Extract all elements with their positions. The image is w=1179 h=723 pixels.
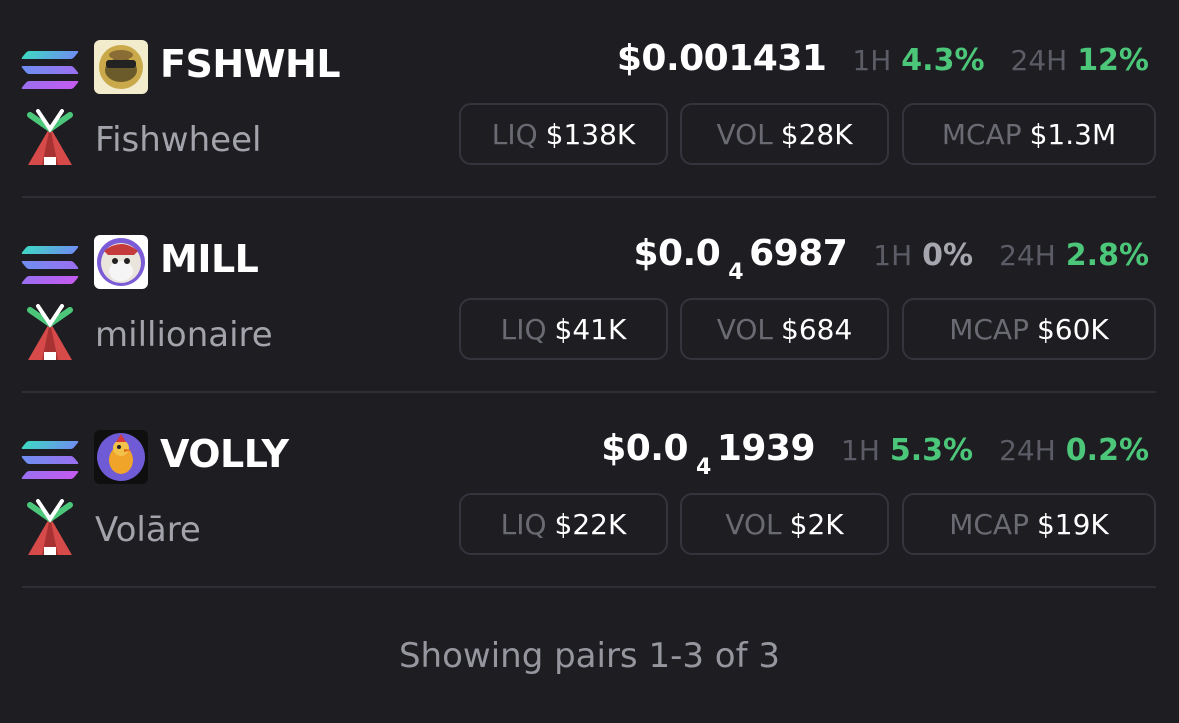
- token-price: $0.0 4 1939: [601, 428, 816, 480]
- token-symbol: FSHWHL: [160, 42, 341, 86]
- market-cap-label: MCAP: [949, 312, 1029, 346]
- change-1h-value: 5.3%: [889, 433, 974, 468]
- liquidity-value: $41K: [554, 312, 627, 346]
- market-cap-label: MCAP: [949, 507, 1029, 541]
- liquidity-label: LIQ: [500, 507, 547, 541]
- token-symbol: VOLLY: [160, 432, 289, 476]
- token-name: millionaire: [95, 315, 273, 355]
- pair-row[interactable]: MILL millionaire $0.0 4 6987 1H 0% 24H 2.8…: [0, 195, 1179, 390]
- liquidity-value: $138K: [545, 117, 636, 151]
- change-1h-value: 0%: [922, 238, 974, 273]
- row-divider: [22, 586, 1156, 588]
- volume-value: $2K: [789, 507, 844, 541]
- change-24h-value: 2.8%: [1065, 238, 1149, 273]
- solana-icon: [20, 51, 80, 89]
- pagination-status: Showing pairs 1-3 of 3: [398, 636, 781, 676]
- token-price: $0.001431: [616, 38, 827, 79]
- volume-badge: VOL $2K: [680, 493, 889, 555]
- market-cap-value: $1.3M: [1029, 117, 1117, 151]
- change-24h-label: 24H: [999, 434, 1056, 467]
- change-24h-value: 12%: [1077, 43, 1149, 78]
- volume-label: VOL: [725, 507, 782, 541]
- token-name: Volāre: [95, 510, 201, 550]
- price-line: $0.001431 1H 4.3% 24H 12%: [617, 38, 1149, 90]
- dex-tent-icon: [24, 109, 76, 167]
- liquidity-label: LIQ: [500, 312, 547, 346]
- volume-value: $684: [781, 312, 853, 346]
- market-cap-badge: MCAP $60K: [902, 298, 1156, 360]
- volly-avatar-icon: [94, 430, 148, 484]
- change-1h-label: 1H: [841, 434, 880, 467]
- volume-badge: VOL $684: [680, 298, 889, 360]
- market-cap-value: $60K: [1036, 312, 1109, 346]
- liquidity-badge: LIQ $41K: [459, 298, 668, 360]
- change-24h-label: 24H: [1010, 44, 1068, 77]
- volume-badge: VOL $28K: [680, 103, 889, 165]
- market-cap-value: $19K: [1036, 507, 1109, 541]
- change-24h-label: 24H: [999, 239, 1056, 272]
- solana-icon: [20, 441, 80, 479]
- fishwheel-avatar-icon: [94, 40, 148, 94]
- pair-row[interactable]: VOLLY Volāre $0.0 4 1939 1H 5.3% 24H 0.2% …: [0, 390, 1179, 585]
- pair-row[interactable]: FSHWHL Fishwheel $0.001431 1H 4.3% 24H 1…: [0, 0, 1179, 195]
- token-name: Fishwheel: [95, 120, 262, 160]
- change-1h-value: 4.3%: [901, 43, 985, 78]
- volume-label: VOL: [716, 117, 773, 151]
- solana-icon: [20, 246, 80, 284]
- market-cap-label: MCAP: [941, 117, 1022, 151]
- liquidity-label: LIQ: [491, 117, 538, 151]
- change-24h-value: 0.2%: [1065, 433, 1149, 468]
- market-cap-badge: MCAP $1.3M: [902, 103, 1156, 165]
- liquidity-badge: LIQ $138K: [459, 103, 668, 165]
- millionaire-avatar-icon: [94, 235, 148, 289]
- dex-tent-icon: [24, 304, 76, 362]
- liquidity-badge: LIQ $22K: [459, 493, 668, 555]
- price-line: $0.0 4 1939 1H 5.3% 24H 0.2%: [601, 428, 1149, 480]
- liquidity-value: $22K: [554, 507, 627, 541]
- volume-value: $28K: [780, 117, 853, 151]
- token-symbol: MILL: [160, 237, 259, 281]
- token-price: $0.0 4 6987: [633, 233, 848, 285]
- volume-label: VOL: [716, 312, 774, 346]
- market-cap-badge: MCAP $19K: [902, 493, 1156, 555]
- change-1h-label: 1H: [873, 239, 913, 272]
- dex-tent-icon: [24, 499, 76, 557]
- price-line: $0.0 4 6987 1H 0% 24H 2.8%: [633, 233, 1149, 285]
- change-1h-label: 1H: [852, 44, 892, 77]
